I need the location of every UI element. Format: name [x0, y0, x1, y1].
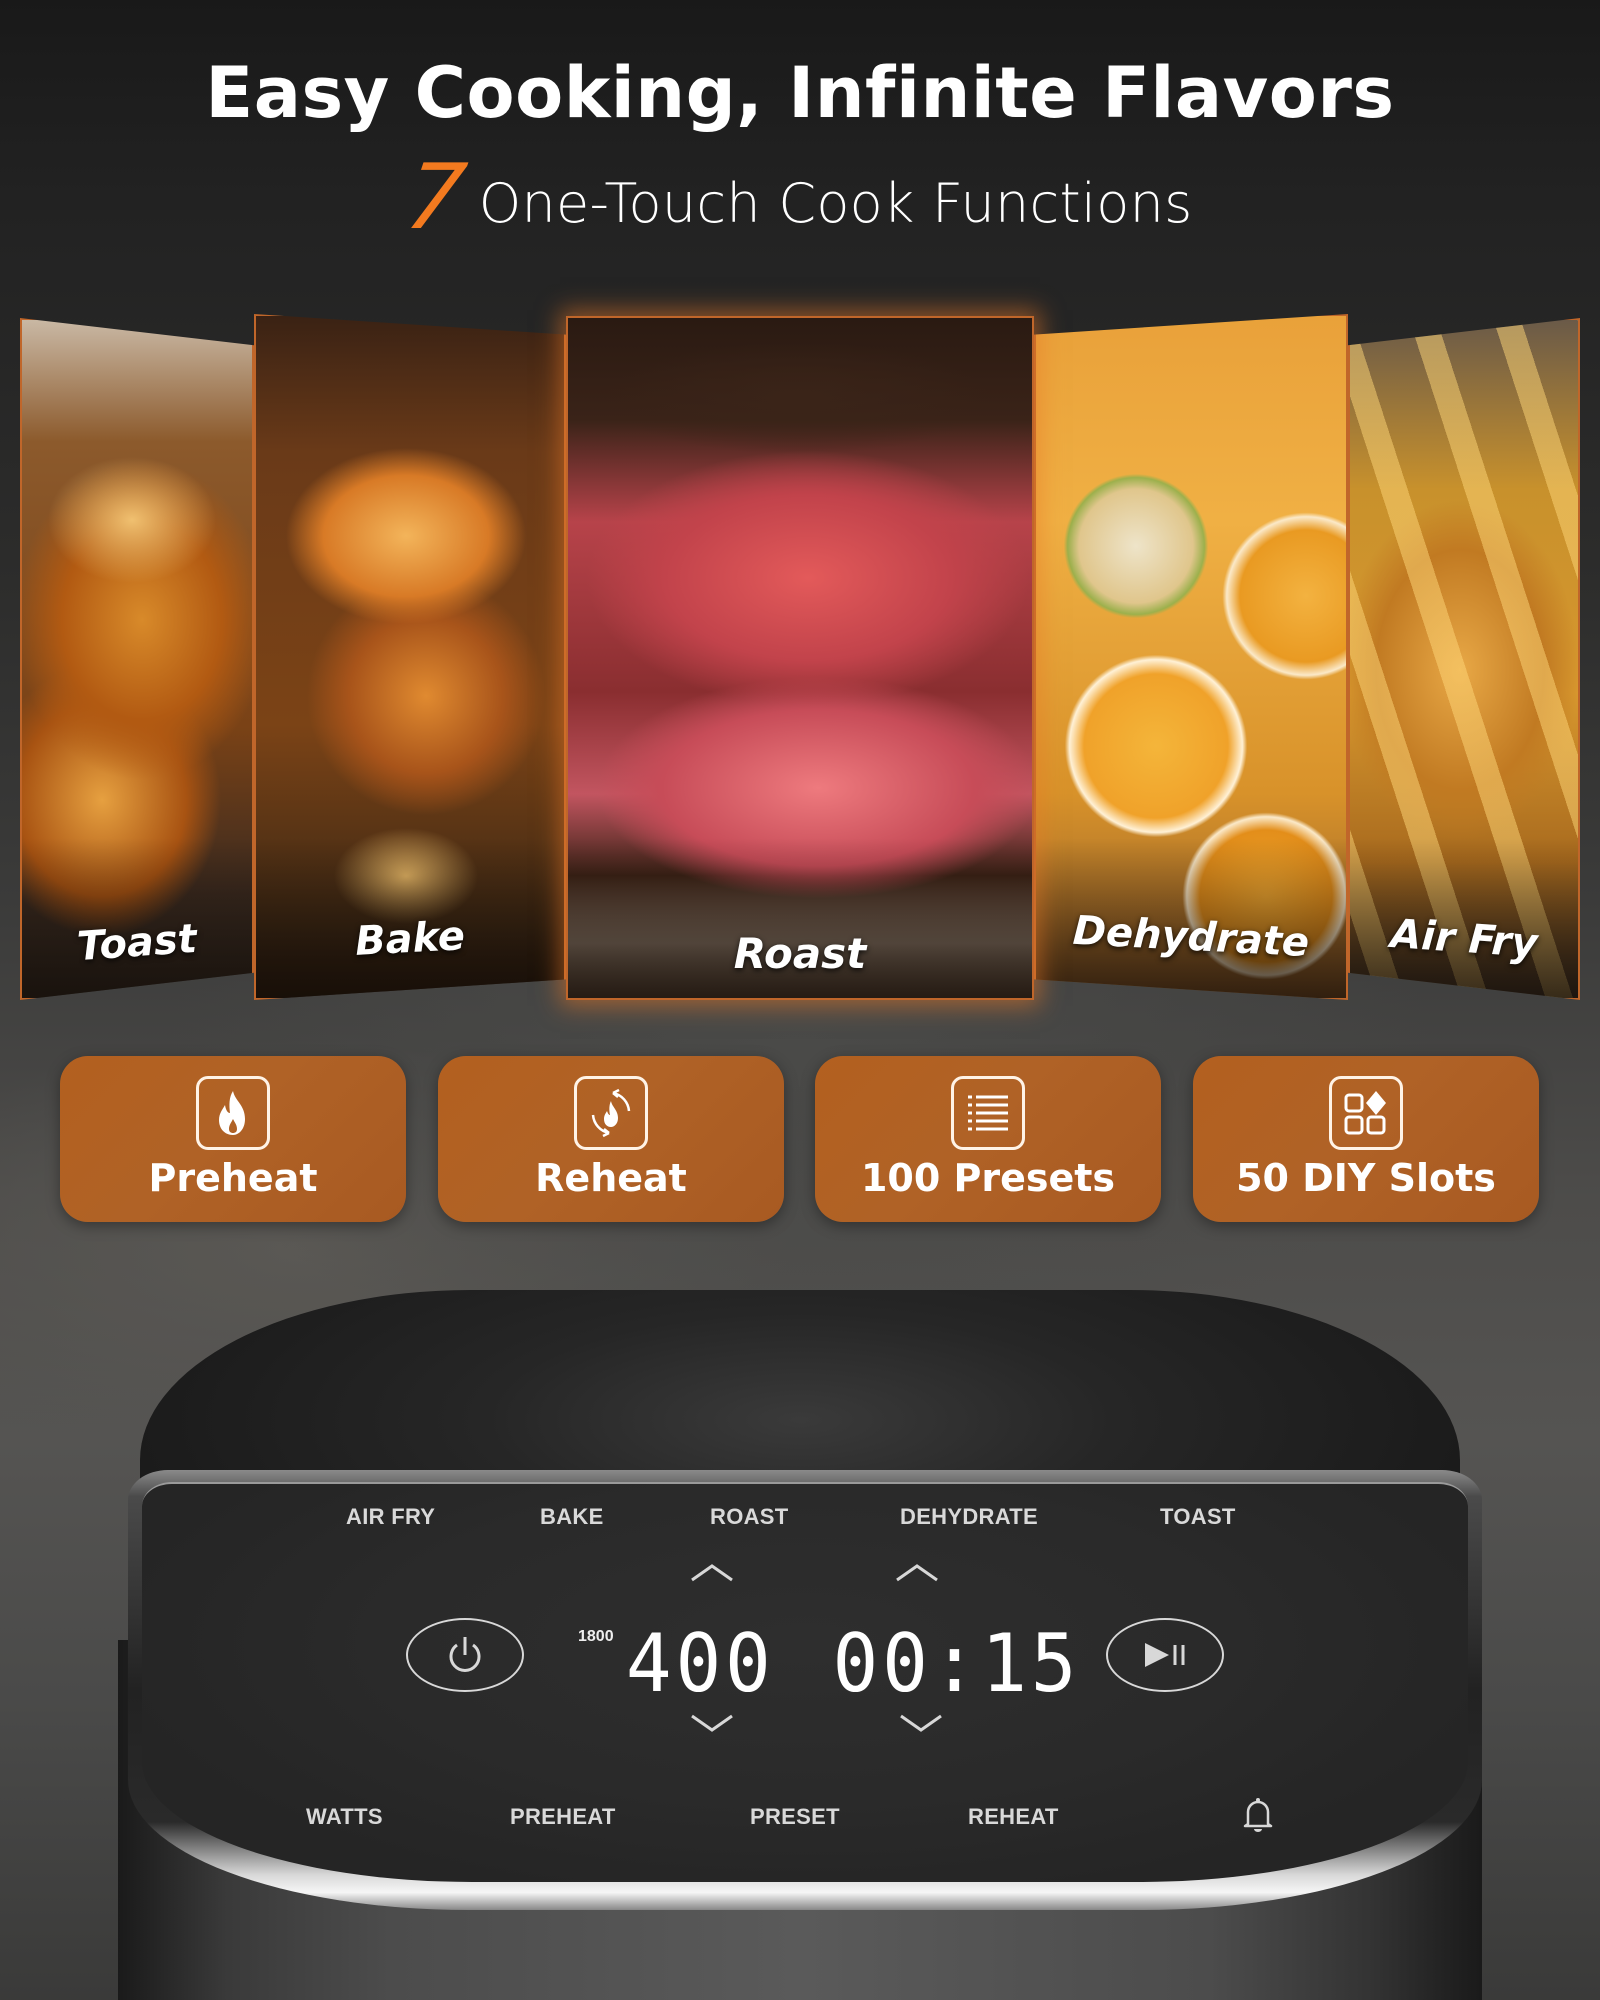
start-pause-button[interactable]	[1106, 1618, 1224, 1692]
power-button[interactable]	[406, 1618, 524, 1692]
feature-label: Reheat	[535, 1156, 687, 1200]
grid-slots-icon	[1329, 1076, 1403, 1150]
card-roast: Roast	[566, 316, 1034, 1000]
cook-function-gallery: Toast Bake Roast Dehydrate Air Fry	[0, 300, 1600, 1020]
flame-icon	[196, 1076, 270, 1150]
play-pause-icon	[1145, 1643, 1185, 1667]
feature-diy-slots: 50 DIY Slots	[1193, 1056, 1539, 1222]
dehydrate-button[interactable]: DEHYDRATE	[900, 1504, 1038, 1530]
preheat-button[interactable]: PREHEAT	[510, 1804, 616, 1830]
air-fryer: AIR FRY BAKE ROAST DEHYDRATE TOAST 1800 …	[0, 1290, 1600, 2000]
feature-label: 100 Presets	[860, 1156, 1116, 1200]
feature-label: 50 DIY Slots	[1236, 1156, 1496, 1200]
subheadline: 7 One-Touch Cook Functions	[0, 145, 1600, 250]
alarm-button[interactable]	[1240, 1794, 1276, 1834]
temperature-up-button[interactable]	[690, 1562, 734, 1582]
air-fry-button[interactable]: AIR FRY	[346, 1504, 435, 1530]
subheadline-text: One-Touch Cook Functions	[478, 172, 1193, 235]
reheat-button[interactable]: REHEAT	[968, 1804, 1059, 1830]
temperature-readout: 400	[625, 1617, 775, 1710]
feature-reheat: Reheat	[438, 1056, 784, 1222]
bake-button[interactable]: BAKE	[540, 1504, 604, 1530]
feature-presets: 100 Presets	[815, 1056, 1161, 1222]
time-readout: 00:15	[832, 1617, 1081, 1710]
function-count: 7	[400, 145, 473, 250]
control-panel: AIR FRY BAKE ROAST DEHYDRATE TOAST 1800 …	[142, 1482, 1468, 1882]
time-up-button[interactable]	[895, 1562, 939, 1582]
card-air-fry: Air Fry	[1348, 318, 1580, 1000]
feature-preheat: Preheat	[60, 1056, 406, 1222]
bell-icon	[1243, 1798, 1273, 1832]
watts-readout: 1800	[578, 1628, 614, 1645]
list-icon	[951, 1076, 1025, 1150]
card-dehydrate: Dehydrate	[1034, 314, 1348, 1000]
feature-badges: Preheat Reheat 100 Presets 50 DIY Slots	[0, 1056, 1600, 1222]
card-label: Roast	[733, 929, 867, 978]
preset-button[interactable]: PRESET	[750, 1804, 840, 1830]
temperature-down-button[interactable]	[690, 1714, 734, 1734]
watts-button[interactable]: WATTS	[306, 1804, 383, 1830]
card-toast: Toast	[20, 318, 254, 1000]
feature-label: Preheat	[148, 1156, 318, 1200]
roast-button[interactable]: ROAST	[710, 1504, 789, 1530]
power-icon	[449, 1637, 481, 1672]
time-down-button[interactable]	[899, 1714, 943, 1734]
reheat-cycle-icon	[574, 1076, 648, 1150]
toast-button[interactable]: TOAST	[1160, 1504, 1236, 1530]
card-bake: Bake	[254, 314, 566, 1000]
headline: Easy Cooking, Infinite Flavors	[205, 52, 1395, 134]
